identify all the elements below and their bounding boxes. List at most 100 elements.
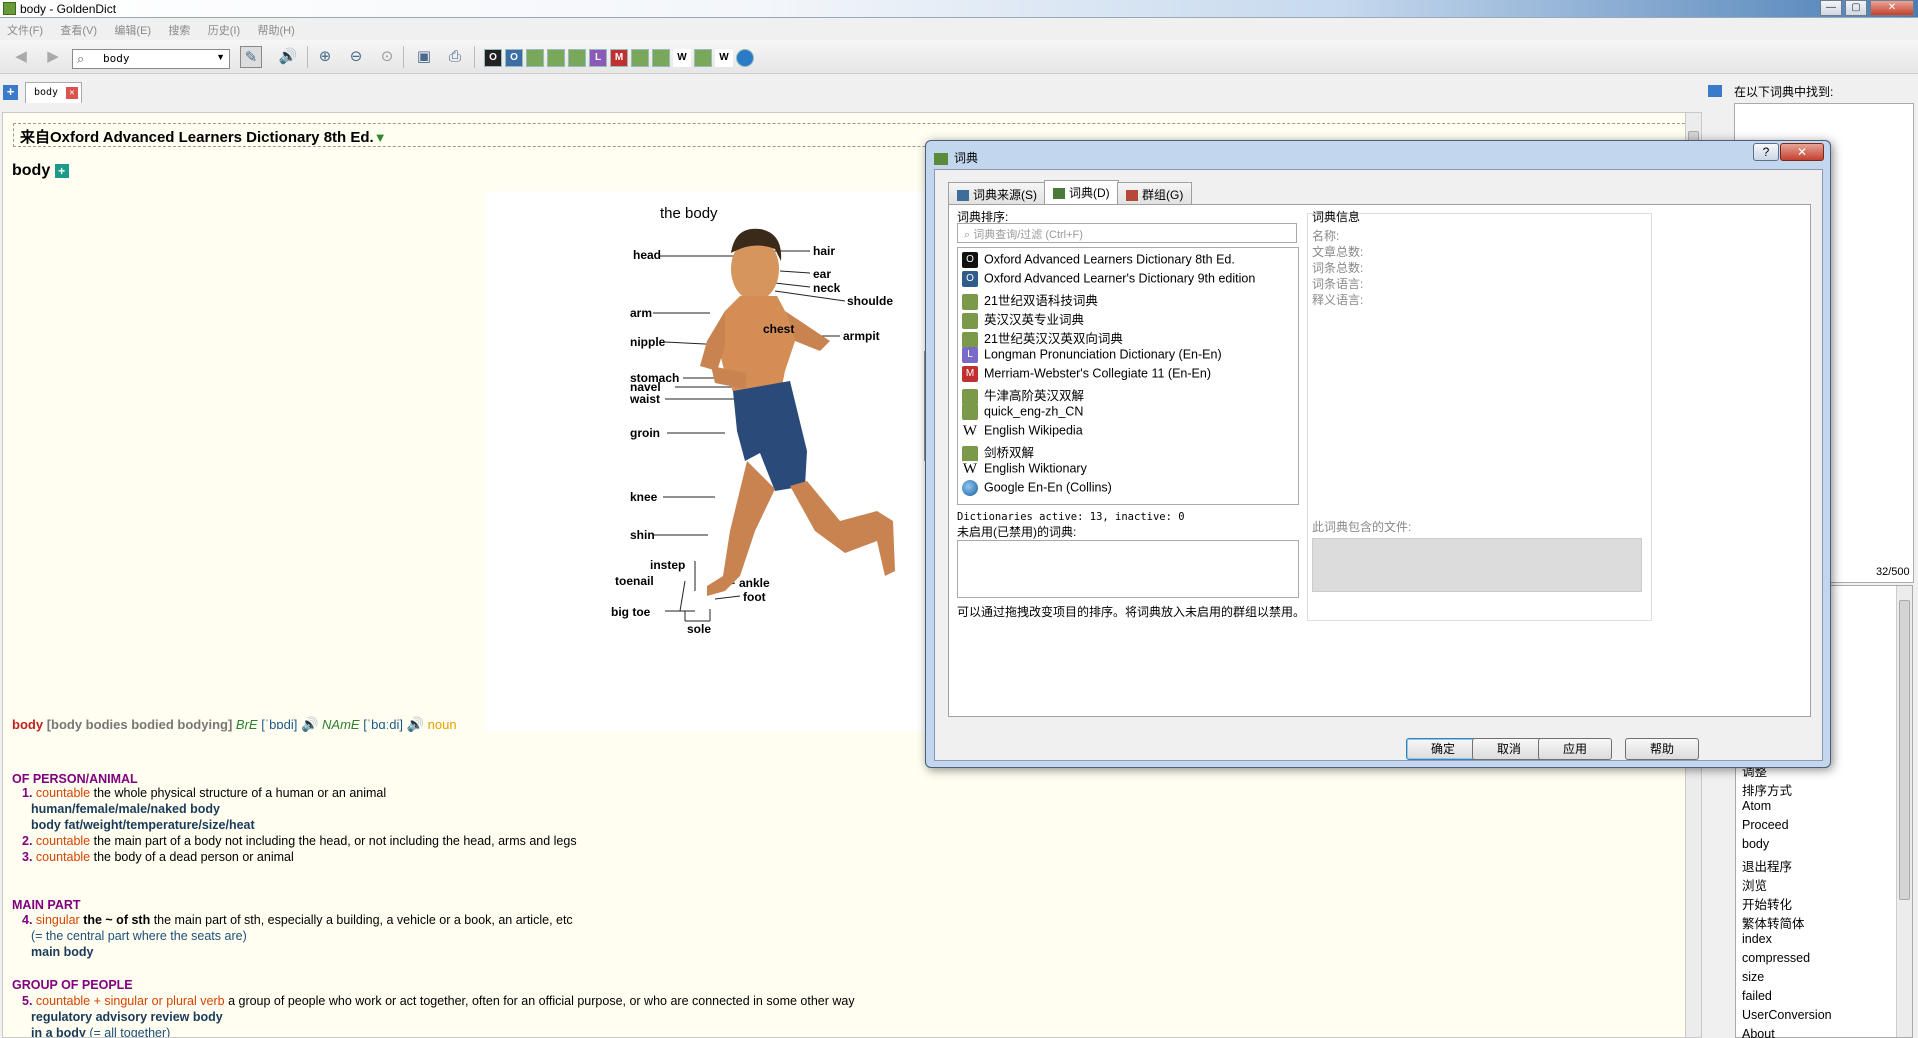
history-item[interactable]: 退出程序: [1742, 856, 1792, 875]
menu-edit[interactable]: 编辑(E): [107, 19, 158, 41]
new-tab-button[interactable]: +: [3, 85, 18, 100]
dictionary-files-box: [1312, 538, 1642, 592]
dictionary-item[interactable]: 21世纪英汉汉英双向词典: [962, 328, 1123, 348]
cancel-button[interactable]: 取消: [1472, 738, 1546, 760]
dictionary-item[interactable]: W English Wiktionary: [962, 461, 1087, 480]
history-item[interactable]: Proceed: [1742, 818, 1789, 832]
dict-toggle-merriam[interactable]: M: [610, 49, 628, 67]
zoom-reset-icon[interactable]: ⊙: [376, 46, 398, 68]
menu-file[interactable]: 文件(F): [0, 19, 50, 41]
dictionary-item[interactable]: 剑桥双解: [962, 442, 1034, 462]
menu-history[interactable]: 历史(I): [201, 19, 247, 41]
history-item[interactable]: failed: [1742, 989, 1772, 1003]
search-input[interactable]: [103, 52, 203, 65]
history-item[interactable]: UserConversion: [1742, 1008, 1832, 1022]
dictionary-name: 英汉汉英专业词典: [984, 313, 1085, 327]
history-scrollbar[interactable]: [1896, 586, 1912, 1037]
dictionary-item[interactable]: L Longman Pronunciation Dictionary (En-En…: [962, 347, 1222, 366]
scan-pen-icon[interactable]: ✎: [240, 46, 262, 68]
dictionary-item[interactable]: W English Wikipedia: [962, 423, 1083, 442]
dictionary-order-list[interactable]: O Oxford Advanced Learners Dictionary 8th…: [957, 247, 1299, 505]
tab-close-icon[interactable]: ✕: [66, 87, 78, 99]
tab-groups[interactable]: 群组(G): [1117, 182, 1193, 204]
disabled-label: 未启用(已禁用)的词典:: [957, 525, 1077, 539]
def-text: the main part of sth, especially a build…: [153, 913, 573, 927]
dict-toggle-oald9[interactable]: O: [505, 49, 523, 67]
zoom-in-icon[interactable]: ⊕: [314, 46, 336, 68]
name-speaker-icon[interactable]: 🔊: [407, 716, 424, 732]
history-item[interactable]: index: [1742, 932, 1772, 946]
bre-speaker-icon[interactable]: 🔊: [301, 716, 318, 732]
dict-toggle-5[interactable]: [568, 49, 586, 67]
dictionary-item[interactable]: O Oxford Advanced Learner's Dictionary 9t…: [962, 271, 1255, 290]
dictionary-item[interactable]: M Merriam-Webster's Collegiate 11 (En-En): [962, 366, 1211, 385]
scrollbar-thumb[interactable]: [1899, 600, 1910, 900]
ok-button[interactable]: 确定: [1406, 738, 1480, 760]
menu-help[interactable]: 帮助(H): [251, 19, 302, 41]
tab-label: body: [34, 87, 59, 98]
history-item[interactable]: compressed: [1742, 951, 1810, 965]
dict-toggle-3[interactable]: [526, 49, 544, 67]
filter-input[interactable]: ⌕ 词典查询/过滤 (Ctrl+F): [957, 223, 1297, 243]
section-title: MAIN PART: [12, 898, 81, 912]
def-text: the body of a dead person or animal: [93, 850, 294, 864]
tab-sources[interactable]: 词典来源(S): [948, 182, 1046, 204]
tab-body[interactable]: body ✕: [25, 82, 82, 103]
label-shin: shin: [630, 528, 655, 542]
zoom-out-icon[interactable]: ⊖: [345, 46, 367, 68]
search-combo[interactable]: ⌕ ▼: [72, 49, 230, 69]
history-item[interactable]: Atom: [1742, 799, 1771, 813]
dictionary-item[interactable]: 牛津高阶英汉双解: [962, 385, 1084, 405]
history-item[interactable]: About: [1742, 1027, 1775, 1038]
menu-search[interactable]: 搜索: [161, 19, 197, 41]
dict-toggle-oald8[interactable]: O: [484, 49, 502, 67]
dict-toggle-11[interactable]: [694, 49, 712, 67]
dictionary-item[interactable]: quick_eng-zh_CN: [962, 404, 1083, 423]
save-icon[interactable]: ▣: [413, 46, 435, 68]
dictionary-item[interactable]: 21世纪双语科技词典: [962, 290, 1098, 310]
minimize-button[interactable]: —: [1820, 0, 1842, 16]
dict-toggle-9[interactable]: [652, 49, 670, 67]
label-ear: ear: [813, 267, 831, 281]
back-icon[interactable]: ◀: [10, 46, 32, 68]
panel-dock-icon[interactable]: [1708, 85, 1722, 97]
dialog-help-button[interactable]: ?: [1753, 143, 1779, 161]
help-button[interactable]: 帮助: [1625, 738, 1699, 760]
window-close-button[interactable]: ✕: [1870, 0, 1914, 16]
menu-view[interactable]: 查看(V): [53, 19, 104, 41]
headword-text: body: [12, 162, 51, 179]
history-item[interactable]: 浏览: [1742, 875, 1767, 894]
dict-toggle-wikipedia[interactable]: W: [673, 49, 691, 67]
def-category: singular: [35, 913, 80, 927]
dictionary-item[interactable]: G Google En-En (Collins): [962, 480, 1112, 499]
collapse-arrow-icon[interactable]: ▼: [374, 130, 387, 145]
tab-dictionaries[interactable]: 词典(D): [1044, 180, 1119, 204]
forward-icon[interactable]: ▶: [42, 46, 64, 68]
def-category: countable: [35, 850, 91, 864]
expand-plus-icon[interactable]: +: [54, 163, 69, 178]
info-word-language: 词条语言:: [1312, 277, 1364, 291]
disabled-dictionaries-list[interactable]: [957, 540, 1299, 598]
dict-toggle-8[interactable]: [631, 49, 649, 67]
history-item[interactable]: 开始转化: [1742, 894, 1792, 913]
definition-3: 3. countable the body of a dead person o…: [22, 850, 294, 864]
apply-button[interactable]: 应用: [1538, 738, 1612, 760]
dict-toggle-google[interactable]: [736, 49, 754, 67]
history-item[interactable]: body: [1742, 837, 1769, 851]
dict-toggle-4[interactable]: [547, 49, 565, 67]
history-item[interactable]: 繁体转简体: [1742, 913, 1805, 932]
print-icon[interactable]: ⎙: [444, 46, 466, 68]
dictionary-item[interactable]: O Oxford Advanced Learners Dictionary 8th…: [962, 252, 1235, 271]
dict-toggle-longman[interactable]: L: [589, 49, 607, 67]
runner-figure: head hair ear neck shoulde arm chest arm…: [611, 228, 926, 636]
maximize-button[interactable]: ▢: [1845, 0, 1867, 16]
history-item[interactable]: size: [1742, 970, 1764, 984]
speaker-icon[interactable]: 🔊: [277, 46, 299, 68]
example: main body: [31, 945, 94, 959]
dictionary-item[interactable]: 英汉汉英专业词典: [962, 309, 1085, 329]
chevron-down-icon[interactable]: ▼: [216, 52, 225, 62]
dialog-close-button[interactable]: ✕: [1780, 143, 1824, 161]
dict-toggle-wiktionary[interactable]: W: [715, 49, 733, 67]
history-item[interactable]: 排序方式: [1742, 780, 1792, 799]
search-icon: ⌕: [964, 229, 974, 241]
